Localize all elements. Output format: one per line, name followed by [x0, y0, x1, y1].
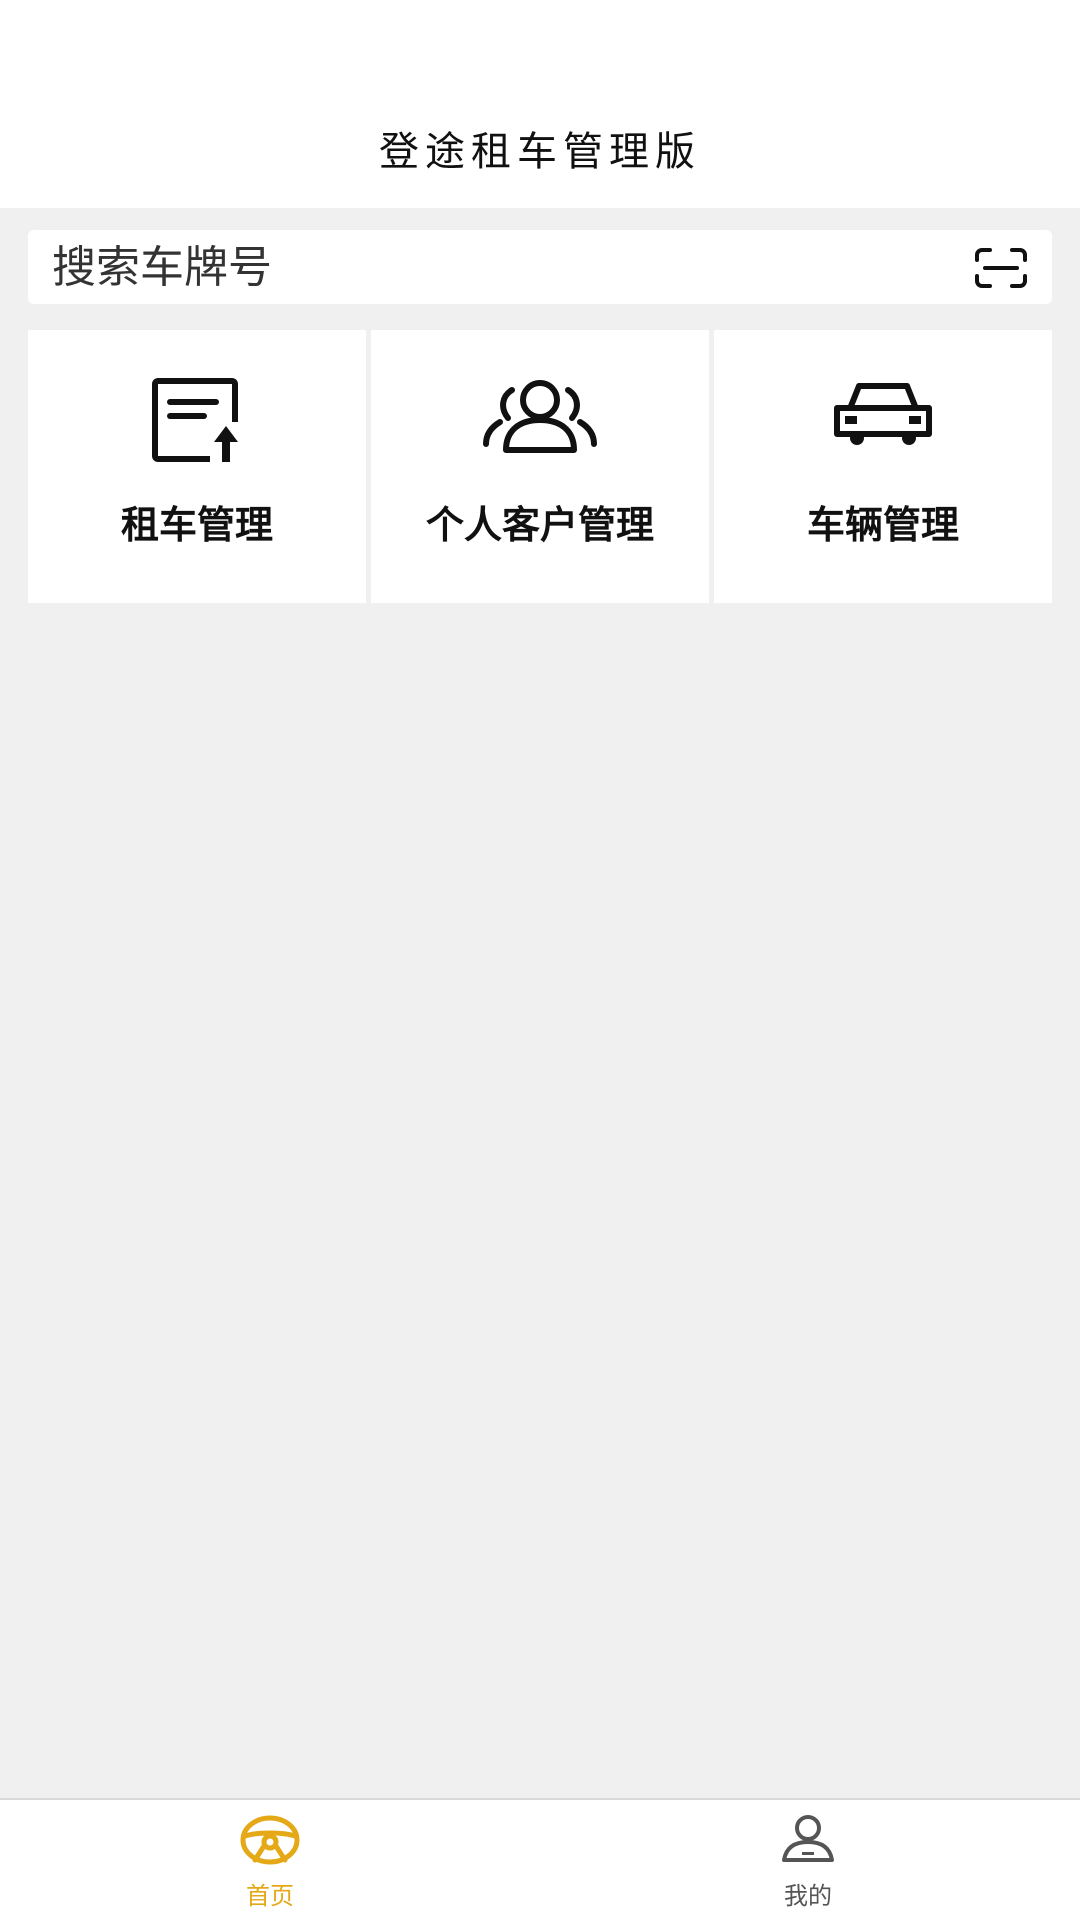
customers-icon: [483, 380, 597, 453]
tab-home-label: 首页: [246, 1882, 294, 1910]
page-title: 登途租车管理版: [379, 129, 701, 175]
tab-mine[interactable]: 我的: [540, 1800, 1080, 1920]
search-input[interactable]: [52, 230, 952, 304]
vehicle-management-label: 车辆管理: [806, 503, 959, 547]
tab-mine-label: 我的: [784, 1882, 832, 1910]
customer-management-label: 个人客户管理: [425, 503, 654, 547]
bottom-tab-bar: 首页 我的: [0, 1798, 1080, 1920]
scan-icon[interactable]: [974, 247, 1028, 289]
rental-management-label: 租车管理: [120, 503, 273, 547]
user-icon: [782, 1815, 834, 1862]
menu-grid: 租车管理 个人客户管理 车辆管理: [28, 330, 1052, 603]
vehicle-management-card[interactable]: 车辆管理: [714, 330, 1052, 603]
rental-document-icon: [152, 378, 238, 462]
steering-wheel-icon: [240, 1815, 300, 1865]
car-icon: [834, 383, 932, 445]
search-bar[interactable]: [28, 230, 1052, 304]
app-header: 登途租车管理版: [0, 0, 1080, 208]
tab-home[interactable]: 首页: [0, 1800, 540, 1920]
customer-management-card[interactable]: 个人客户管理: [371, 330, 709, 603]
rental-management-card[interactable]: 租车管理: [28, 330, 366, 603]
